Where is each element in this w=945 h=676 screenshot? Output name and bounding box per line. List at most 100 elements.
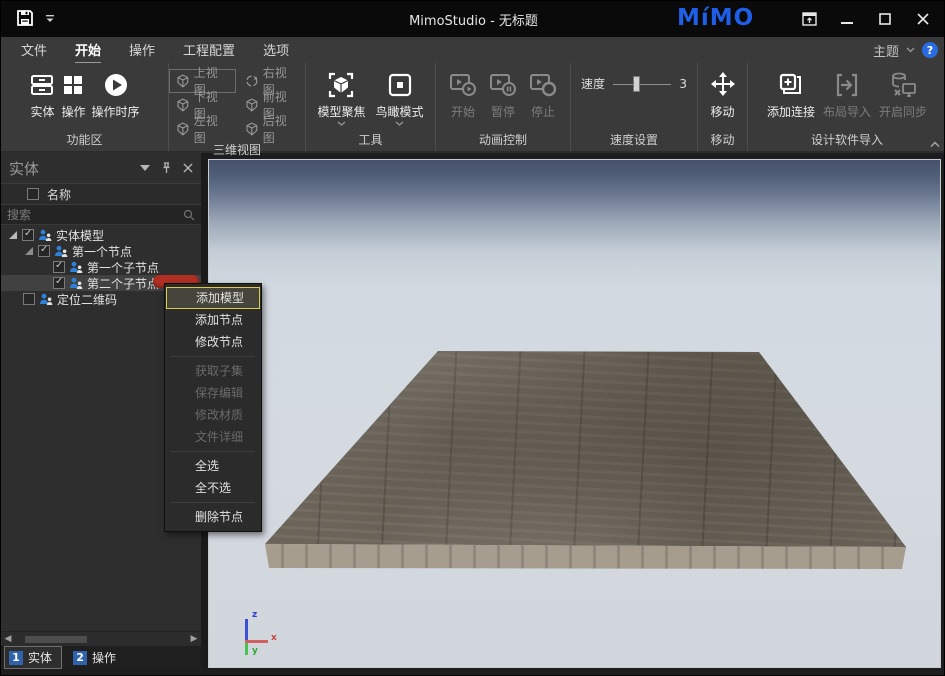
menu-item-modify-node[interactable]: 修改节点	[165, 331, 261, 353]
scrollbar-thumb[interactable]	[25, 636, 87, 643]
search-placeholder: 搜索	[7, 208, 32, 222]
name-header-label: 名称	[47, 187, 72, 202]
group-label-function: 功能区	[66, 133, 103, 147]
expander-icon[interactable]	[9, 230, 18, 240]
view-back-button[interactable]: 后视图	[238, 114, 305, 145]
speed-slider[interactable]	[613, 75, 672, 92]
operation-sequence-button[interactable]: 操作时序	[92, 63, 140, 120]
panel-dropdown-icon[interactable]	[140, 165, 150, 171]
operation-sequence-label: 操作时序	[91, 105, 140, 119]
ribbon-group-function: 实体 操作 操作时序 功能区	[1, 63, 169, 151]
tab-options[interactable]: 选项	[263, 35, 289, 65]
model-focus-button[interactable]: 模型聚焦	[317, 63, 366, 126]
axis-z-line	[245, 619, 248, 642]
menu-separator	[171, 356, 255, 357]
menu-item-delete-node[interactable]: 删除节点	[165, 506, 261, 528]
dock-window-icon[interactable]	[790, 1, 828, 37]
menu-bar: 文件 开始 操作 工程配置 选项 主题 ?	[1, 35, 944, 65]
operation-button-label: 操作	[61, 105, 86, 119]
floor-slab-top[interactable]	[265, 351, 906, 547]
pin-icon[interactable]	[161, 162, 172, 174]
search-input[interactable]: 搜索	[1, 205, 201, 225]
tree-checkbox[interactable]	[53, 260, 65, 273]
speed-slider-handle[interactable]	[632, 75, 640, 92]
anim-pause-label: 暂停	[490, 105, 515, 119]
group-people-icon	[54, 245, 68, 258]
anim-start-icon	[449, 70, 477, 100]
menu-item-add-model[interactable]: 添加模型	[166, 287, 260, 309]
chevron-down-icon[interactable]	[395, 121, 404, 126]
menu-item-modify-material: 修改材质	[195, 408, 244, 422]
tree-row-first-child[interactable]: 第一个子节点	[1, 259, 201, 275]
expander-icon[interactable]	[25, 246, 34, 256]
entity-drawer-icon	[29, 70, 55, 100]
anim-pause-icon	[489, 70, 517, 100]
horizontal-scrollbar[interactable]: ◀ ▶	[1, 631, 201, 646]
sync-database-icon	[888, 70, 918, 100]
menu-item-select-all[interactable]: 全选	[165, 455, 261, 477]
move-button[interactable]: 移动	[708, 63, 738, 120]
layout-import-button: 布局导入	[823, 63, 871, 120]
model-focus-icon	[327, 70, 355, 100]
birdview-mode-button[interactable]: 鸟瞰模式	[376, 63, 424, 126]
move-arrows-icon	[708, 70, 738, 100]
tab-start[interactable]: 开始	[75, 35, 102, 65]
menu-item-get-subset: 获取子集	[195, 364, 244, 378]
entity-button[interactable]: 实体	[29, 63, 55, 120]
scroll-right-icon[interactable]: ▶	[187, 634, 201, 644]
panel-close-icon[interactable]	[183, 163, 193, 173]
group-label-speed: 速度设置	[609, 133, 658, 147]
minimize-button[interactable]	[828, 1, 866, 37]
axis-z-label: z	[252, 610, 258, 620]
tree-checkbox[interactable]	[23, 293, 35, 305]
scroll-left-icon[interactable]: ◀	[1, 634, 15, 644]
menu-separator	[171, 451, 255, 452]
menu-item-add-node[interactable]: 添加节点	[165, 309, 261, 331]
ribbon: 实体 操作 操作时序 功能区 上视图 下视图 左视图 右视图 前视图 后视图 三…	[1, 63, 944, 157]
anim-stop-label: 停止	[530, 105, 555, 119]
close-button[interactable]	[904, 1, 942, 37]
chevron-down-icon[interactable]	[337, 121, 346, 126]
tree-label: 第一个子节点	[87, 260, 160, 275]
tab-operation[interactable]: 操作	[129, 35, 155, 65]
grid-icon	[61, 70, 85, 100]
sync-button: 开启同步	[879, 63, 927, 120]
anim-pause-button: 暂停	[489, 63, 517, 120]
group-people-icon	[69, 261, 83, 274]
group-people-icon	[39, 293, 53, 306]
tab-file[interactable]: 文件	[21, 35, 47, 65]
anim-start-label: 开始	[450, 105, 475, 119]
panel-tab-entity[interactable]: 1 实体	[4, 646, 63, 669]
tree-checkbox[interactable]	[53, 276, 65, 289]
tree-row-entity-model[interactable]: 实体模型	[1, 227, 201, 243]
anim-stop-button: 停止	[529, 63, 557, 120]
ribbon-group-move: 移动 移动	[698, 63, 748, 151]
ribbon-group-animation: 开始 暂停 停止 动画控制	[436, 63, 571, 151]
panel-tab-operation[interactable]: 2 操作	[68, 646, 126, 669]
tree-row-first-node[interactable]: 第一个节点	[1, 243, 201, 259]
search-icon[interactable]	[183, 209, 195, 221]
help-icon[interactable]: ?	[922, 42, 938, 58]
menu-item-select-none[interactable]: 全不选	[165, 477, 261, 499]
view-left-button[interactable]: 左视图	[169, 114, 236, 145]
ribbon-group-3dview: 上视图 下视图 左视图 右视图 前视图 后视图 三维视图	[169, 63, 306, 157]
group-label-tools: 工具	[358, 133, 383, 147]
chevron-down-icon[interactable]	[906, 47, 915, 53]
operation-button[interactable]: 操作	[61, 63, 86, 120]
ribbon-collapse-icon[interactable]	[930, 141, 940, 148]
maximize-button[interactable]	[866, 1, 904, 37]
group-label-import: 设计软件导入	[810, 133, 883, 147]
axis-x-line	[245, 640, 268, 643]
tab-project-config[interactable]: 工程配置	[183, 35, 235, 65]
play-circle-icon	[103, 70, 129, 100]
add-connection-button[interactable]: 添加连接	[767, 63, 815, 120]
mimo-logo: MíMO	[677, 5, 755, 31]
viewport-3d[interactable]: z x y	[208, 159, 941, 668]
birdview-mode-label: 鸟瞰模式	[375, 105, 424, 119]
tree-checkbox[interactable]	[22, 228, 34, 241]
theme-selector[interactable]: 主题	[873, 41, 899, 60]
tree-checkbox[interactable]	[38, 244, 50, 257]
name-header-checkbox[interactable]	[27, 188, 39, 200]
add-connection-label: 添加连接	[766, 105, 815, 119]
anim-start-button: 开始	[449, 63, 477, 120]
